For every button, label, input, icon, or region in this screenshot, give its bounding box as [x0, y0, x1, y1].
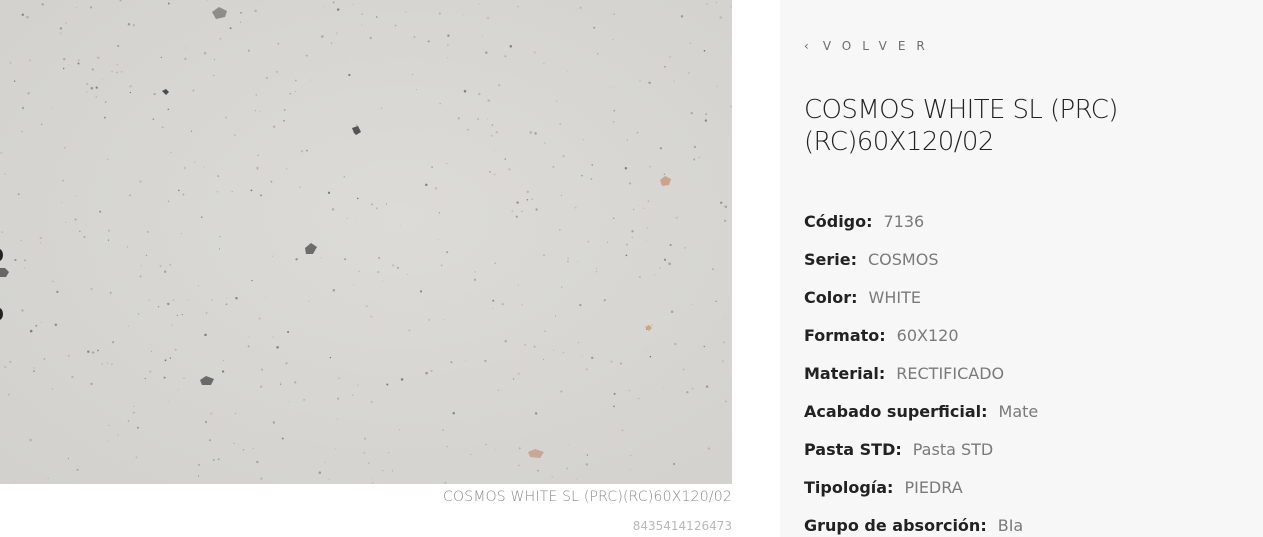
- spec-value: 7136: [883, 212, 925, 231]
- spec-label: Código:: [804, 212, 873, 231]
- product-title: COSMOS WHITE SL (PRC) (RC)60X120/02: [804, 95, 1118, 157]
- spec-value: Mate: [998, 402, 1039, 421]
- spec-label: Formato:: [804, 326, 886, 345]
- product-detail-page: COSMOS WHITE SL (PRC)(RC)60X120/02 84354…: [0, 0, 1263, 537]
- spec-row-absorcion: Grupo de absorción: BIa: [804, 514, 1038, 537]
- spec-row-serie: Serie: COSMOS: [804, 248, 1038, 286]
- spec-value: COSMOS: [868, 250, 939, 269]
- spec-label: Grupo de absorción:: [804, 516, 987, 535]
- product-info-panel: ‹ VOLVER COSMOS WHITE SL (PRC) (RC)60X120…: [780, 0, 1263, 537]
- spec-value: PIEDRA: [904, 478, 963, 497]
- spec-label: Pasta STD:: [804, 440, 902, 459]
- spec-label: Material:: [804, 364, 886, 383]
- back-link-label: VOLVER: [822, 39, 936, 53]
- back-link[interactable]: ‹ VOLVER: [804, 39, 936, 53]
- spec-row-pasta: Pasta STD: Pasta STD: [804, 438, 1038, 476]
- spec-value: RECTIFICADO: [896, 364, 1005, 383]
- product-image[interactable]: [0, 0, 732, 484]
- spec-row-material: Material: RECTIFICADO: [804, 362, 1038, 400]
- spec-row-acabado: Acabado superficial: Mate: [804, 400, 1038, 438]
- spec-row-formato: Formato: 60X120: [804, 324, 1038, 362]
- spec-row-tipologia: Tipología: PIEDRA: [804, 476, 1038, 514]
- spec-value: Pasta STD: [912, 440, 994, 459]
- spec-label: Serie:: [804, 250, 857, 269]
- spec-row-color: Color: WHITE: [804, 286, 1038, 324]
- spec-label: Color:: [804, 288, 858, 307]
- spec-row-codigo: Código: 7136: [804, 210, 1038, 248]
- product-specs: Código: 7136 Serie: COSMOS Color: WHITE For…: [804, 210, 1038, 537]
- spec-label: Tipología:: [804, 478, 894, 497]
- spec-value: BIa: [997, 516, 1024, 535]
- spec-label: Acabado superficial:: [804, 402, 988, 421]
- image-caption-name: COSMOS WHITE SL (PRC)(RC)60X120/02: [443, 489, 732, 505]
- image-caption-ean: 8435414126473: [632, 519, 732, 533]
- chevron-left-icon: ‹: [804, 39, 809, 53]
- spec-value: 60X120: [896, 326, 959, 345]
- spec-value: WHITE: [868, 288, 921, 307]
- tile-texture: [0, 0, 732, 484]
